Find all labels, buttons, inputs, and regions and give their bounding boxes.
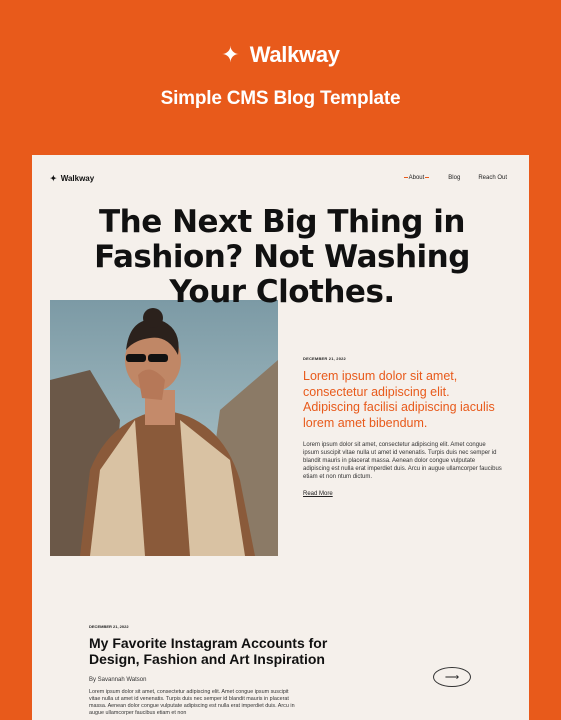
brand-tagline: Simple CMS Blog Template — [160, 88, 401, 109]
post-date: DECEMBER 21, 2022 — [303, 356, 346, 361]
fashion-photo — [50, 300, 278, 556]
arrow-right-icon: ⟶ — [444, 671, 460, 683]
brand-name: Walkway — [249, 42, 340, 67]
nav-item-about[interactable]: About — [403, 175, 431, 181]
post-date: DECEMBER 21, 2022 — [89, 624, 129, 629]
brand-header: ✦ Walkway — [0, 42, 561, 68]
star-icon: ✦ — [50, 173, 57, 183]
nav-links: About Blog Reach Out — [403, 175, 507, 181]
template-preview-card: ✦ Walkway About Blog Reach Out The Next … — [32, 155, 529, 720]
next-arrow-button[interactable]: ⟶ — [433, 667, 471, 687]
hero-image[interactable] — [50, 300, 278, 556]
nav-item-blog[interactable]: Blog — [448, 175, 460, 181]
read-more-link[interactable]: Read More — [303, 491, 333, 497]
post-title[interactable]: My Favorite Instagram Accounts for Desig… — [89, 635, 359, 667]
site-logo-text: Walkway — [60, 173, 95, 183]
post-body: Lorem ipsum dolor sit amet, consectetur … — [303, 442, 502, 480]
star-icon: ✦ — [221, 42, 240, 67]
post-author: By Savannah Watson — [89, 677, 147, 683]
hero-title: The Next Big Thing in Fashion? Not Washi… — [94, 204, 470, 310]
site-logo[interactable]: ✦ Walkway — [50, 174, 94, 183]
nav-item-reach-out[interactable]: Reach Out — [478, 175, 507, 181]
post-lead[interactable]: Lorem ipsum dolor sit amet, consectetur … — [303, 369, 503, 431]
site-nav: ✦ Walkway About Blog Reach Out — [50, 171, 507, 185]
post-excerpt: Lorem ipsum dolor sit amet, consectetur … — [89, 689, 295, 716]
